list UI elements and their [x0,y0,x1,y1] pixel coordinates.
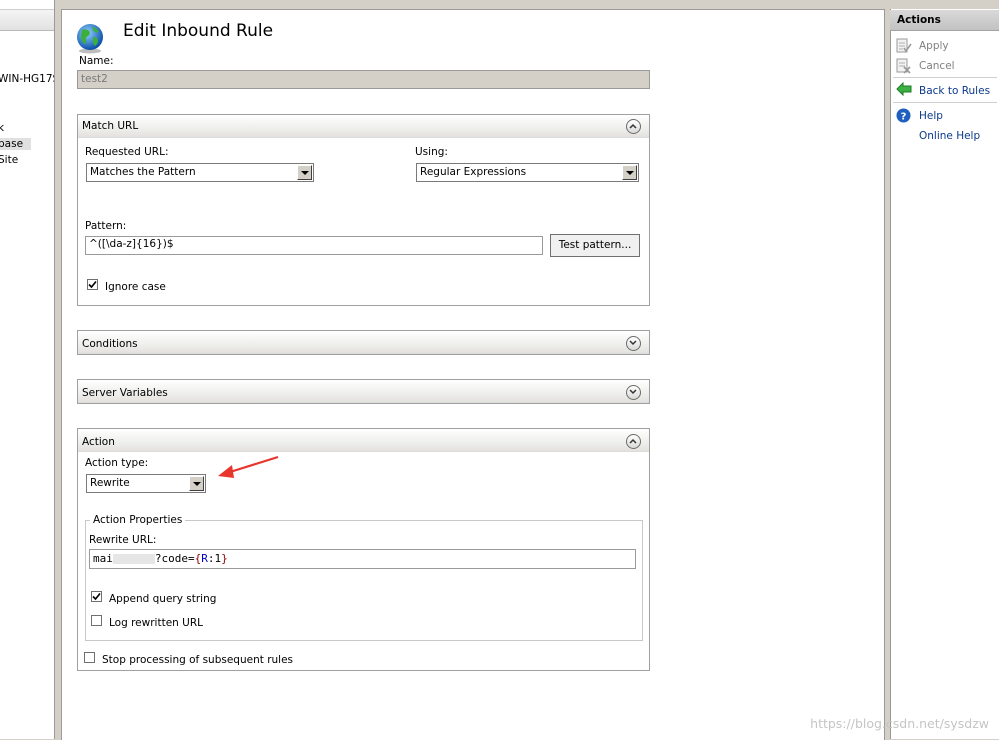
action-type-label: Action type: [85,457,149,469]
using-value: Regular Expressions [420,166,527,178]
expand-icon[interactable] [626,385,641,400]
server-variables-group: Server Variables [77,379,650,404]
page-title: Edit Inbound Rule [123,21,274,41]
tree-item-selected[interactable]: base [0,138,32,150]
ignore-case-label: Ignore case [105,281,166,293]
svg-text:?: ? [901,112,907,123]
tree-item[interactable]: Site [0,154,18,166]
requested-url-select[interactable]: Matches the Pattern [86,163,314,182]
collapse-icon[interactable] [626,119,641,134]
tree-toolbar [0,9,54,31]
chevron-down-icon[interactable] [297,165,312,180]
match-url-header[interactable]: Match URL [78,115,649,138]
conditions-title: Conditions [82,338,138,350]
watermark: https://blog.csdn.net/sysdzw [810,716,989,731]
cancel-action[interactable]: Cancel [919,60,955,72]
check-icon [88,280,97,289]
action-type-value: Rewrite [90,477,130,489]
server-variables-header[interactable]: Server Variables [78,380,649,403]
requested-url-label: Requested URL: [85,146,169,158]
action-type-select[interactable]: Rewrite [86,474,206,493]
append-query-checkbox[interactable] [91,591,102,602]
expand-icon[interactable] [626,336,641,351]
globe-icon [77,24,103,54]
actions-title: Actions [897,14,941,26]
using-select[interactable]: Regular Expressions [416,163,639,182]
tree-item-server[interactable]: WIN-HG17S [0,73,54,85]
online-help-link[interactable]: Online Help [919,130,980,142]
help-icon: ? [896,108,911,123]
stop-processing-label: Stop processing of subsequent rules [102,654,294,666]
using-label: Using: [415,146,448,158]
rewrite-url-label: Rewrite URL: [89,534,157,546]
stop-processing-checkbox[interactable] [84,652,95,663]
conditions-header[interactable]: Conditions [78,331,649,354]
annotation-arrow-icon [218,455,279,478]
append-query-label: Append query string [109,593,217,605]
check-icon [92,592,101,601]
redacted-text [112,554,155,564]
rewrite-url-input[interactable]: mai ?code={R:1} [89,549,636,569]
apply-icon [896,38,912,53]
back-to-rules-link[interactable]: Back to Rules [919,85,990,97]
action-title: Action [82,436,115,448]
name-label: Name: [79,55,114,67]
rewrite-url-rest: :1 [207,552,222,565]
action-properties-label: Action Properties [90,514,186,526]
ignore-case-checkbox[interactable] [87,279,98,290]
divider [893,102,997,103]
actions-header: Actions [890,10,999,31]
log-rewritten-label: Log rewritten URL [109,617,203,629]
tree-item[interactable]: k [0,122,4,134]
connections-tree: WIN-HG17S k base Site [0,0,55,739]
pattern-label: Pattern: [85,220,127,232]
rewrite-url-prefix: mai [93,552,113,565]
pattern-input[interactable]: ^([\da-z]{16})$ [85,236,543,255]
chevron-down-icon[interactable] [622,165,637,180]
requested-url-value: Matches the Pattern [90,166,196,178]
apply-action[interactable]: Apply [919,40,949,52]
back-arrow-icon [896,82,912,96]
chevron-down-icon[interactable] [189,476,204,491]
log-rewritten-checkbox[interactable] [91,615,102,626]
collapse-icon[interactable] [626,434,641,449]
cancel-icon [896,58,911,74]
rewrite-url-query: ?code= [154,552,195,565]
conditions-group: Conditions [77,330,650,355]
divider [893,77,997,78]
help-link[interactable]: Help [919,110,943,122]
rewrite-url-brace-close: } [221,552,228,565]
server-variables-title: Server Variables [82,387,168,399]
match-url-group: Match URL [77,114,650,306]
match-url-title: Match URL [82,120,139,132]
rewrite-url-var: R [201,552,208,565]
name-field[interactable]: test2 [77,70,650,89]
test-pattern-button[interactable]: Test pattern... [550,234,640,257]
action-header[interactable]: Action [78,429,649,452]
